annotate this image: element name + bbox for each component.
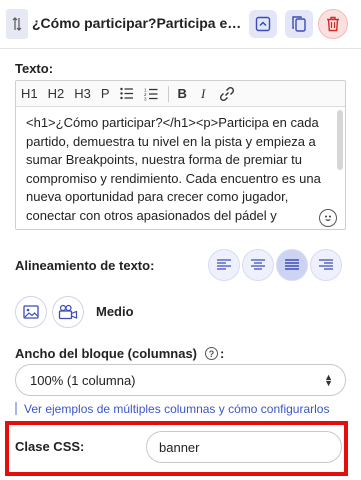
toolbar-separator <box>167 85 169 102</box>
video-button[interactable] <box>52 296 84 328</box>
align-justify-icon <box>285 259 299 270</box>
editor-toolbar: H1 H2 H3 P 1 2 3 B I <box>16 81 345 107</box>
block-title: ¿Cómo participar?Participa en c... <box>32 15 242 31</box>
align-center-button[interactable] <box>242 249 274 281</box>
alignment-label: Alineamiento de texto: <box>15 258 155 273</box>
align-right-button[interactable] <box>310 249 342 281</box>
css-class-label: Clase CSS: <box>15 439 85 454</box>
emoji-icon <box>325 215 331 221</box>
block-width-selected: 100% (1 columna) <box>30 372 136 388</box>
editor-content[interactable]: <h1>¿Cómo participar?</h1><p>Participa e… <box>26 114 326 229</box>
copy-icon <box>292 16 306 32</box>
align-left-icon <box>217 259 231 270</box>
svg-text:3: 3 <box>144 96 147 101</box>
text-label: Texto: <box>15 61 54 76</box>
alignment-options <box>208 249 344 281</box>
drag-handle[interactable] <box>6 9 28 39</box>
text-editor[interactable]: H1 H2 H3 P 1 2 3 B I <h1>¿Cómo participa… <box>15 80 346 230</box>
duplicate-button[interactable] <box>285 10 313 38</box>
drag-handle-icon <box>12 17 22 31</box>
block-header: ¿Cómo participar?Participa en c... <box>0 0 361 49</box>
block-width-label: Ancho del bloque (columnas) <box>15 346 198 361</box>
bold-button[interactable]: B <box>178 84 187 104</box>
image-button[interactable] <box>15 296 47 328</box>
bullet-list-icon <box>119 87 133 100</box>
heading2-button[interactable]: H2 <box>48 84 65 104</box>
paragraph-button[interactable]: P <box>101 84 110 104</box>
link-bar <box>15 402 17 415</box>
video-camera-icon <box>58 304 78 320</box>
heading1-button[interactable]: H1 <box>21 84 38 104</box>
select-arrows-icon: ▲ ▼ <box>324 372 333 388</box>
numbered-list-button[interactable]: 1 2 3 <box>144 84 158 104</box>
bullet-list-button[interactable] <box>119 84 134 104</box>
emoji-button[interactable] <box>319 209 337 227</box>
block-width-colon: : <box>220 346 225 361</box>
css-class-input[interactable]: banner <box>146 431 342 463</box>
link-button[interactable] <box>219 84 235 104</box>
help-icon[interactable]: ? <box>205 347 218 360</box>
collapse-button[interactable] <box>249 10 277 38</box>
numbered-list-icon: 1 2 3 <box>144 87 158 101</box>
heading3-button[interactable]: H3 <box>74 84 91 104</box>
trash-icon <box>327 16 339 32</box>
columns-help-link[interactable]: Ver ejemplos de múltiples columnas y cóm… <box>24 402 329 416</box>
align-justify-button[interactable] <box>276 249 308 281</box>
italic-button[interactable]: I <box>201 84 205 104</box>
chevron-up-icon <box>255 16 271 32</box>
image-icon <box>23 305 39 319</box>
link-icon <box>220 86 235 101</box>
block-width-select[interactable]: 100% (1 columna) ▲ ▼ <box>15 364 346 396</box>
editor-scrollbar[interactable] <box>337 110 343 170</box>
media-size-label: Medio <box>96 304 134 319</box>
delete-button[interactable] <box>318 9 348 39</box>
align-right-icon <box>319 259 333 270</box>
align-left-button[interactable] <box>208 249 240 281</box>
align-center-icon <box>251 259 265 270</box>
